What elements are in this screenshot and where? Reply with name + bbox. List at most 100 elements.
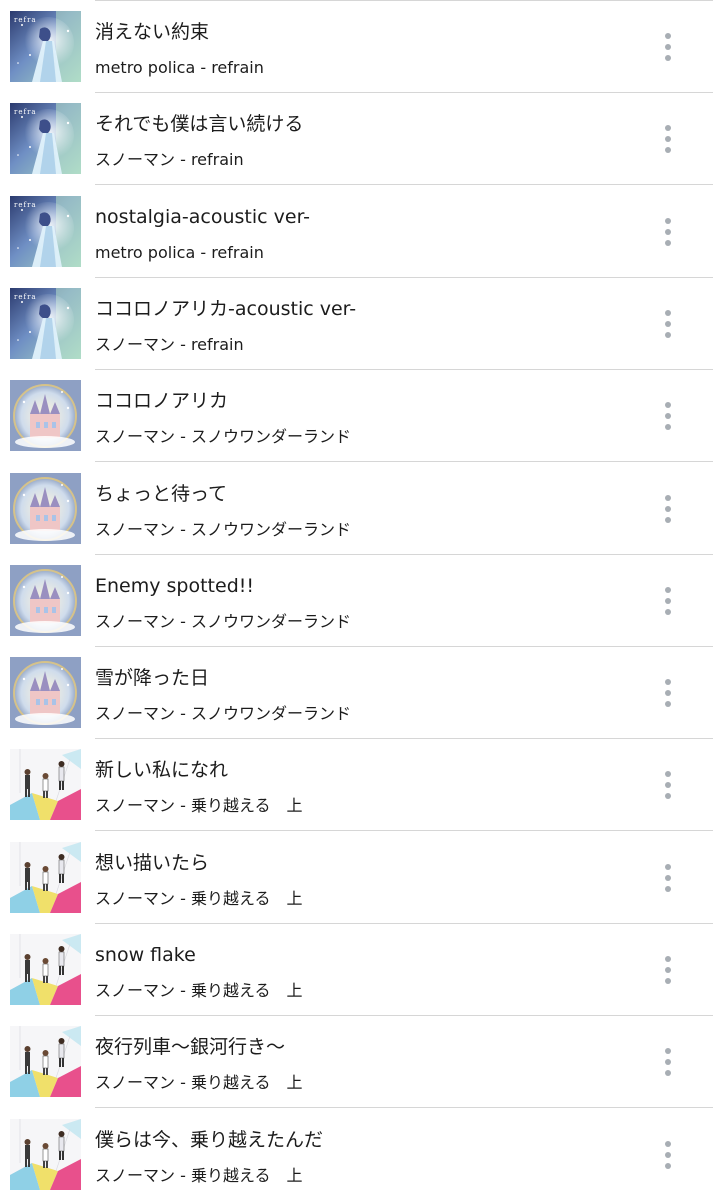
more-vertical-icon[interactable] [652,119,684,159]
menu-dot [665,956,671,962]
menu-dot [665,1070,671,1077]
menu-dot [665,597,671,604]
track-artist-album: スノーマン - スノウワンダーランド [95,611,351,631]
menu-dot [665,874,671,881]
track-title: ちょっと待って [95,482,228,505]
menu-dot [665,33,671,39]
album-art [10,841,81,913]
more-vertical-icon[interactable] [652,396,684,436]
track-title: snow flake [95,944,196,966]
menu-dot [665,424,671,431]
track-artist-album: スノーマン - 乗り越える 上 [95,796,303,816]
track-title: Enemy spotted!! [95,574,254,597]
more-vertical-icon[interactable] [652,27,684,67]
more-vertical-icon[interactable] [652,1042,684,1082]
menu-dot [665,147,671,154]
track-artist-album: スノーマン - refrain [95,334,244,354]
more-vertical-icon[interactable] [652,1135,684,1175]
menu-dot [665,1059,671,1066]
album-art: refra [10,195,81,267]
list-item[interactable]: 僕らは今、乗り越えたんだ スノーマン - 乗り越える 上 [0,1109,713,1200]
list-item[interactable]: refra ココロノアリカ-acoustic ver- スノーマン - refra… [0,278,713,370]
more-vertical-icon[interactable] [652,950,684,990]
album-art [10,1026,81,1098]
menu-dot [665,228,671,235]
album-art [10,564,81,636]
menu-dot [665,782,671,789]
album-art [10,380,81,452]
album-art [10,749,81,821]
list-item[interactable]: refra nostalgia-acoustic ver-metro polic… [0,186,713,278]
album-art: refra [10,103,81,175]
menu-dot [665,863,671,870]
track-title: 想い描いたら [95,851,210,874]
list-item[interactable]: 想い描いたら スノーマン - 乗り越える 上 [0,832,713,924]
track-title: nostalgia-acoustic ver- [95,205,311,228]
menu-dot [665,586,671,593]
list-item[interactable]: 夜行列車〜銀河行き〜 スノーマン - 乗り越える 上 [0,1016,713,1109]
list-item[interactable]: snow flake スノーマン - 乗り越える 上 [0,924,713,1016]
list-item[interactable]: ちょっと待ってスノーマン - スノウワンダーランド [0,463,713,555]
menu-dot [665,55,671,61]
menu-dot [665,690,671,697]
track-artist-album: スノーマン - 乗り越える 上 [95,1165,303,1185]
track-title: 新しい私になれ [95,759,229,782]
menu-dot [665,1140,671,1147]
svg-text:refra: refra [14,16,37,24]
more-vertical-icon[interactable] [652,212,684,252]
track-artist-album: スノーマン - refrain [95,150,244,170]
menu-dot [665,402,671,409]
menu-dot [665,494,671,501]
menu-dot [665,516,671,523]
track-artist-album: スノーマン - スノウワンダーランド [95,704,351,724]
menu-dot [665,1162,671,1169]
list-item[interactable]: refra 消えない約束 metro polica - refrain [0,1,713,93]
menu-dot [665,1048,671,1055]
svg-text:refra: refra [14,293,37,301]
menu-dot [665,679,671,686]
track-artist-album: スノーマン - スノウワンダーランド [95,427,351,447]
album-art [10,472,81,544]
track-title: ココロノアリカ [95,390,229,413]
more-vertical-icon[interactable] [652,673,684,713]
track-title: 雪が降った日 [95,667,210,690]
more-vertical-icon[interactable] [652,489,684,529]
menu-dot [665,505,671,512]
menu-dot [665,309,671,316]
menu-dot [665,413,671,420]
track-list: refra 消えない約束 metro polica - refrain refra… [0,0,713,1200]
track-title: それでも僕は言い続ける [95,113,304,136]
menu-dot [665,1151,671,1158]
menu-dot [665,44,671,50]
list-item[interactable]: Enemy spotted!! スノーマン - スノウワンダーランド [0,555,713,647]
track-artist-album: metro polica - refrain [95,242,264,262]
more-vertical-icon[interactable] [652,858,684,898]
track-title: 夜行列車〜銀河行き〜 [95,1036,286,1059]
menu-dot [665,701,671,708]
menu-dot [665,320,671,327]
menu-dot [665,125,671,132]
svg-text:refra: refra [14,108,37,116]
menu-dot [665,331,671,338]
track-artist-album: metro polica - refrain [95,58,264,77]
more-vertical-icon[interactable] [652,765,684,805]
more-vertical-icon[interactable] [652,304,684,344]
menu-dot [665,967,671,973]
album-art: refra [10,287,81,359]
menu-dot [665,608,671,615]
album-art [10,934,81,1005]
album-art [10,1118,81,1190]
menu-dot [665,978,671,984]
track-artist-album: スノーマン - 乗り越える 上 [95,1073,303,1093]
album-art: refra [10,11,81,82]
menu-dot [665,793,671,800]
more-vertical-icon[interactable] [652,581,684,621]
list-item[interactable]: ココロノアリカスノーマン - スノウワンダーランド [0,370,713,463]
track-title: 消えない約束 [95,21,210,43]
track-title: 僕らは今、乗り越えたんだ [95,1128,324,1151]
track-artist-album: スノーマン - スノウワンダーランド [95,519,351,539]
track-artist-album: スノーマン - 乗り越える 上 [95,981,303,1000]
list-item[interactable]: 雪が降った日スノーマン - スノウワンダーランド [0,647,713,740]
list-item[interactable]: refra それでも僕は言い続ける スノーマン - refrain [0,93,713,186]
list-item[interactable]: 新しい私になれスノーマン - 乗り越える 上 [0,739,713,832]
